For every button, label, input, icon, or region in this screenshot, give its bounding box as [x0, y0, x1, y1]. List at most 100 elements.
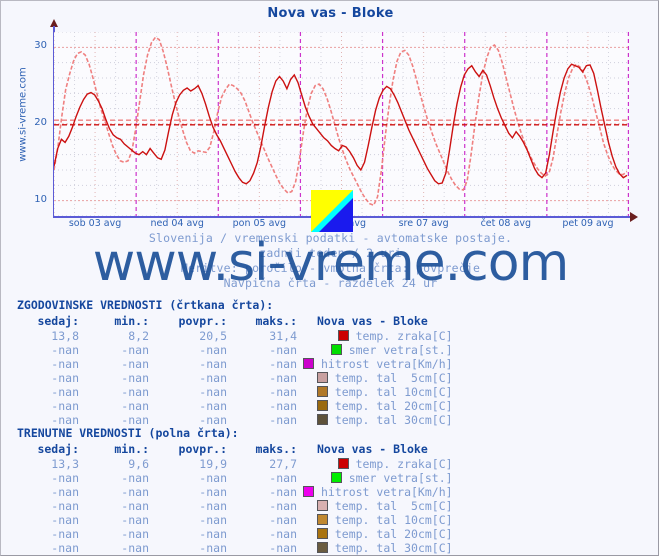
cell-min: -nan: [121, 357, 149, 371]
col-sedaj: sedaj:: [37, 314, 79, 328]
legend-color-swatch: [330, 344, 342, 355]
legend-color-swatch: [303, 486, 314, 497]
cell-povpr: -nan: [199, 527, 227, 541]
col-maks: maks.:: [255, 314, 297, 328]
current-table: sedaj: min.: povpr.: maks.: Nova vas - B…: [17, 442, 459, 555]
cell-povpr: 19,9: [199, 457, 227, 471]
legend-color-swatch: [316, 528, 328, 539]
table-row: 13,8 8,2 20,5 31,4 temp. zraka[C]: [17, 329, 459, 343]
table-row: 13,3 9,6 19,9 27,7 temp. zraka[C]: [17, 457, 459, 471]
table-row: -nan -nan -nan -nan temp. tal 10cm[C]: [17, 513, 459, 527]
cell-min: -nan: [121, 485, 149, 499]
legend-color-swatch: [316, 414, 328, 425]
current-rows: 13,3 9,6 19,9 27,7 temp. zraka[C] -nan -nan -na…: [17, 457, 459, 555]
cell-sedaj: -nan: [51, 371, 79, 385]
cell-sedaj: -nan: [51, 413, 79, 427]
cell-povpr: -nan: [199, 499, 227, 513]
subtitle-line-3: Meritve: poročilo - vmotna črta: povpreč…: [180, 261, 481, 275]
cell-maks: -nan: [269, 541, 297, 555]
table-header-row: sedaj: min.: povpr.: maks.: Nova vas - B…: [17, 314, 459, 329]
cell-min: -nan: [121, 371, 149, 385]
y-tick-label: 30: [34, 40, 47, 52]
cell-maks: 27,7: [269, 457, 297, 471]
series-label: temp. tal 30cm[C]: [303, 541, 459, 555]
series-label: temp. tal 5cm[C]: [303, 371, 459, 385]
cell-povpr: -nan: [199, 357, 227, 371]
cell-min: -nan: [121, 471, 149, 485]
current-values-table: TRENUTNE VREDNOSTI (polna črta): sedaj: …: [17, 426, 459, 555]
x-tick-label: čet 08 avg: [480, 218, 531, 229]
x-tick-label: sre 07 avg: [398, 218, 449, 229]
series-label: temp. tal 5cm[C]: [303, 499, 459, 513]
table-row: -nan -nan -nan -nan hitrost vetra[Km/h]: [17, 357, 459, 371]
cell-maks: -nan: [269, 413, 297, 427]
cell-min: -nan: [121, 343, 149, 357]
chart-svg: [54, 32, 629, 216]
cell-sedaj: 13,8: [51, 329, 79, 343]
subtitle-line-2: zadnji teden / 2 uri: [259, 246, 402, 260]
cell-min: -nan: [121, 413, 149, 427]
cell-sedaj: -nan: [51, 385, 79, 399]
cell-min: -nan: [121, 541, 149, 555]
cell-maks: 31,4: [269, 329, 297, 343]
x-tick-label: pet 09 avg: [562, 218, 614, 229]
series-label: temp. tal 10cm[C]: [303, 385, 459, 399]
cell-maks: -nan: [269, 357, 297, 371]
table-row: -nan -nan -nan -nan temp. tal 10cm[C]: [17, 385, 459, 399]
cell-povpr: -nan: [199, 413, 227, 427]
cell-povpr: -nan: [199, 399, 227, 413]
x-tick-label: pon 05 avg: [232, 218, 287, 229]
col-povpr: povpr.:: [178, 442, 227, 456]
cell-sedaj: -nan: [51, 471, 79, 485]
cell-povpr: 20,5: [199, 329, 227, 343]
legend-color-swatch: [316, 514, 328, 525]
cell-min: -nan: [121, 499, 149, 513]
col-povpr: povpr.:: [178, 314, 227, 328]
legend-color-swatch: [316, 542, 328, 553]
series-label: temp. zraka[C]: [303, 329, 459, 343]
cell-povpr: -nan: [199, 471, 227, 485]
historical-rows: 13,8 8,2 20,5 31,4 temp. zraka[C] -nan -nan -na…: [17, 329, 459, 427]
legend-color-swatch: [337, 330, 349, 341]
cell-min: -nan: [121, 527, 149, 541]
cell-povpr: -nan: [199, 513, 227, 527]
x-axis-arrow: [630, 212, 638, 222]
x-tick-label: sob 03 avg: [68, 218, 122, 229]
legend-color-swatch: [316, 372, 328, 383]
table-row: -nan -nan -nan -nan temp. tal 5cm[C]: [17, 371, 459, 385]
cell-sedaj: -nan: [51, 527, 79, 541]
legend-color-swatch: [330, 472, 342, 483]
series-label: temp. tal 20cm[C]: [303, 527, 459, 541]
cell-min: 8,2: [128, 329, 149, 343]
cell-maks: -nan: [269, 471, 297, 485]
cell-povpr: -nan: [199, 343, 227, 357]
col-min: min.:: [114, 314, 149, 328]
historical-values-table: ZGODOVINSKE VREDNOSTI (črtkana črta): se…: [17, 298, 459, 427]
legend-color-swatch: [316, 500, 328, 511]
col-station: Nova vas - Bloke: [317, 442, 428, 456]
historical-table: sedaj: min.: povpr.: maks.: Nova vas - B…: [17, 314, 459, 427]
x-tick-label: ned 04 avg: [150, 218, 204, 229]
subtitle-line-4: Navpična črta - razdelek 24 ur: [223, 276, 438, 290]
table-row: -nan -nan -nan -nan hitrost vetra[Km/h]: [17, 485, 459, 499]
cell-min: -nan: [121, 513, 149, 527]
subtitle-line-1: Slovenija / vremenski podatki - avtomats…: [148, 231, 513, 245]
cell-sedaj: -nan: [51, 399, 79, 413]
site-vertical-label: www.si-vreme.com: [17, 67, 29, 162]
cell-maks: -nan: [269, 499, 297, 513]
y-tick-label: 10: [34, 193, 47, 205]
cell-sedaj: -nan: [51, 357, 79, 371]
chart-plot-area: [54, 32, 629, 216]
legend-color-swatch: [316, 400, 328, 411]
cell-maks: -nan: [269, 371, 297, 385]
legend-color-swatch: [337, 458, 349, 469]
table-row: -nan -nan -nan -nan temp. tal 20cm[C]: [17, 399, 459, 413]
cell-sedaj: -nan: [51, 499, 79, 513]
table-row: -nan -nan -nan -nan smer vetra[st.]: [17, 471, 459, 485]
series-label: temp. tal 20cm[C]: [303, 399, 459, 413]
y-tick-label: 20: [34, 117, 47, 128]
cell-sedaj: -nan: [51, 343, 79, 357]
table-row: -nan -nan -nan -nan temp. tal 20cm[C]: [17, 527, 459, 541]
cell-maks: -nan: [269, 399, 297, 413]
col-station: Nova vas - Bloke: [317, 314, 428, 328]
